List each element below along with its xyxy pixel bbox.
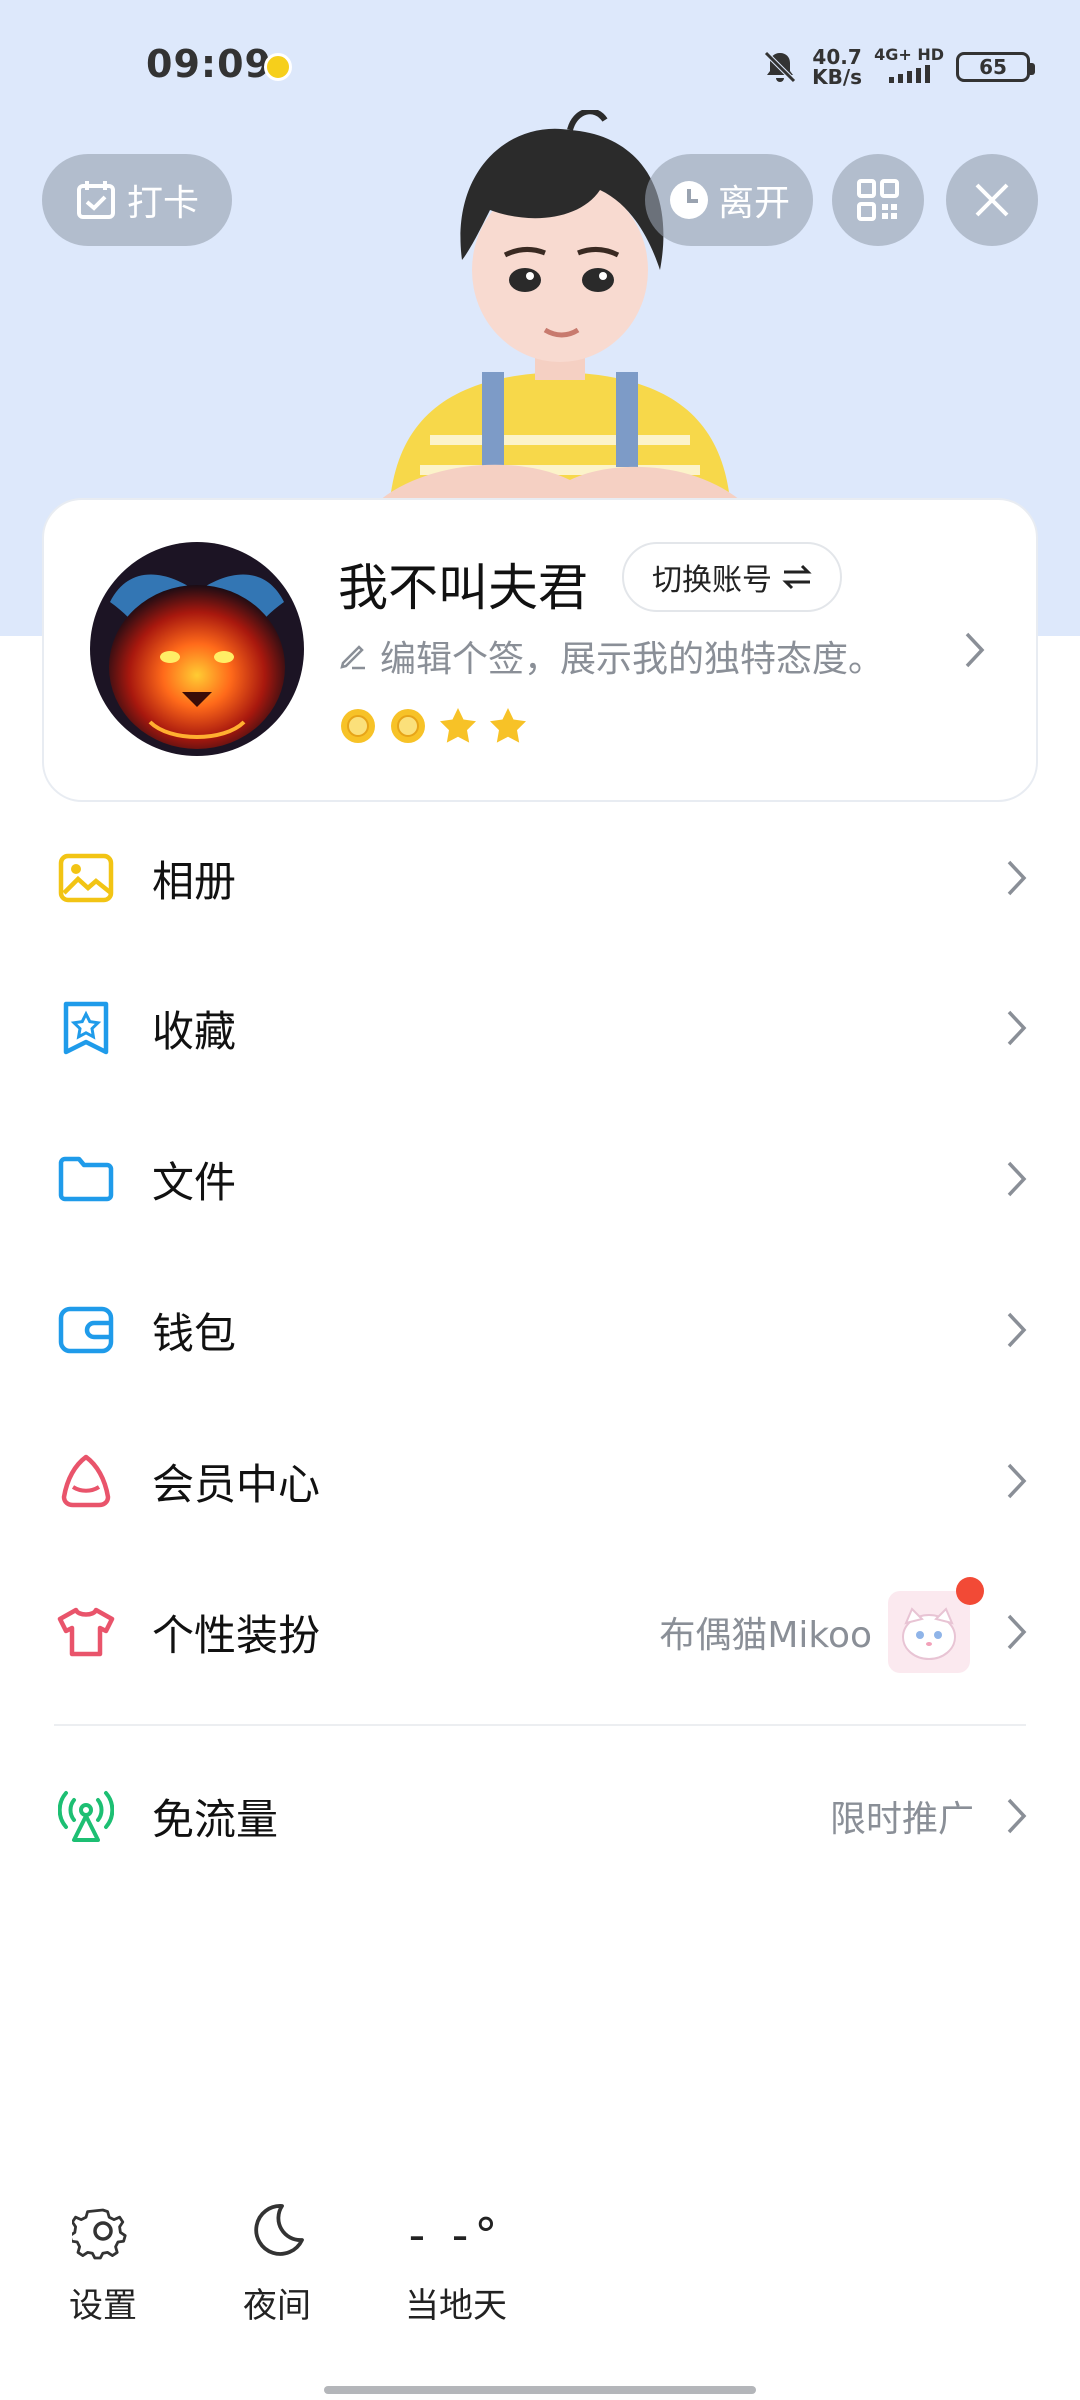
settings-button[interactable]: 设置 bbox=[33, 2200, 173, 2327]
clock-icon bbox=[669, 181, 708, 219]
edit-pencil-icon bbox=[340, 645, 365, 670]
photo-album-icon bbox=[56, 848, 116, 908]
chevron-right-icon bbox=[1007, 860, 1027, 896]
weather-label: 当地天 bbox=[405, 2286, 507, 2326]
menu-item-files[interactable]: 文件 bbox=[0, 1104, 1080, 1254]
theme-thumbnail bbox=[888, 1577, 984, 1673]
signal-indicator: 4G+ HD bbox=[874, 45, 944, 88]
network-speed-value: 40.7 bbox=[812, 44, 862, 69]
theme-shirt-icon bbox=[56, 1602, 116, 1662]
member-center-icon bbox=[56, 1451, 116, 1511]
status-indicators: 40.7 KB/s 4G+ HD 65 bbox=[760, 45, 1035, 88]
cat-theme-image bbox=[902, 1607, 956, 1660]
menu-label: 个性装扮 bbox=[152, 1610, 321, 1660]
chevron-right-icon bbox=[1007, 1161, 1027, 1197]
local-weather-button[interactable]: - -° 当地天 bbox=[386, 2200, 526, 2327]
signature-row[interactable]: 编辑个签，展示我的独特态度。 bbox=[338, 630, 884, 682]
sun-level-icon bbox=[391, 709, 425, 743]
bell-off-icon bbox=[764, 50, 796, 83]
menu-label: 相册 bbox=[152, 856, 237, 906]
calendar-check-icon bbox=[76, 181, 115, 219]
night-label: 夜间 bbox=[243, 2286, 311, 2326]
qr-code-button[interactable] bbox=[832, 154, 924, 246]
home-indicator[interactable] bbox=[324, 2386, 756, 2394]
avatar-lion-image bbox=[90, 542, 304, 756]
battery-level: 65 bbox=[979, 54, 1007, 79]
checkin-button[interactable]: 打卡 bbox=[42, 154, 232, 246]
network-speed-unit: KB/s bbox=[812, 64, 863, 89]
switch-account-button[interactable]: 切换账号 bbox=[622, 542, 842, 612]
profile-avatar[interactable] bbox=[90, 542, 304, 756]
menu-label: 钱包 bbox=[152, 1308, 237, 1358]
signature-text: 编辑个签，展示我的独特态度。 bbox=[380, 639, 885, 680]
settings-label: 设置 bbox=[69, 2286, 137, 2326]
sun-level-icon bbox=[341, 709, 375, 743]
menu-item-wallet[interactable]: 钱包 bbox=[0, 1255, 1080, 1405]
star-level-icon bbox=[490, 708, 526, 743]
checkin-label: 打卡 bbox=[126, 183, 199, 224]
leave-label: 离开 bbox=[717, 183, 790, 224]
chevron-right-icon bbox=[965, 632, 985, 668]
menu-item-personalization[interactable]: 个性装扮 布偶猫Mikoo bbox=[0, 1557, 1080, 1707]
menu-item-member-center[interactable]: 会员中心 bbox=[0, 1406, 1080, 1556]
chevron-right-icon bbox=[1007, 1010, 1027, 1046]
weather-temperature: - -° bbox=[408, 2208, 504, 2262]
battery-indicator: 65 bbox=[956, 51, 1035, 82]
qq-level-badges[interactable] bbox=[338, 706, 528, 746]
close-icon bbox=[975, 183, 1009, 217]
close-button[interactable] bbox=[946, 154, 1038, 246]
current-theme-name: 布偶猫Mikoo bbox=[659, 1615, 872, 1656]
profile-card[interactable]: 我不叫夫君 切换账号 编辑个签，展示我的独特态度。 bbox=[42, 498, 1038, 802]
signal-bars-icon bbox=[889, 65, 931, 83]
leave-status-button[interactable]: 离开 bbox=[645, 154, 813, 246]
promo-text: 限时推广 bbox=[829, 1799, 974, 1840]
nickname: 我不叫夫君 bbox=[338, 559, 588, 617]
favorites-icon bbox=[56, 998, 116, 1058]
star-level-icon bbox=[440, 708, 476, 743]
chevron-right-icon bbox=[1007, 1614, 1027, 1650]
night-mode-button[interactable]: 夜间 bbox=[207, 2200, 347, 2327]
free-traffic-icon bbox=[56, 1786, 116, 1846]
status-time: 09:09 bbox=[146, 42, 272, 86]
chevron-right-icon bbox=[1007, 1463, 1027, 1499]
gear-icon bbox=[72, 2208, 127, 2260]
menu-label: 会员中心 bbox=[152, 1459, 321, 1509]
wallet-icon bbox=[56, 1300, 116, 1360]
moon-icon bbox=[254, 2204, 304, 2256]
menu-label: 收藏 bbox=[152, 1006, 237, 1056]
chevron-right-icon bbox=[1007, 1312, 1027, 1348]
notification-app-icon bbox=[264, 53, 292, 81]
menu-item-favorites[interactable]: 收藏 bbox=[0, 953, 1080, 1103]
folder-icon bbox=[56, 1149, 116, 1209]
menu-item-album[interactable]: 相册 bbox=[0, 803, 1080, 953]
menu-label: 免流量 bbox=[152, 1794, 279, 1844]
new-badge-dot bbox=[956, 1577, 984, 1605]
switch-account-label: 切换账号 bbox=[652, 563, 772, 598]
menu-divider bbox=[54, 1724, 1026, 1726]
menu-label: 文件 bbox=[152, 1157, 237, 1207]
chevron-right-icon bbox=[1007, 1798, 1027, 1834]
qr-code-icon bbox=[857, 179, 899, 221]
network-speed: 40.7 KB/s bbox=[812, 47, 862, 87]
menu-item-free-traffic[interactable]: 免流量 限时推广 bbox=[0, 1741, 1080, 1891]
swap-arrows-icon bbox=[782, 564, 812, 590]
network-type: 4G+ HD bbox=[874, 45, 944, 64]
